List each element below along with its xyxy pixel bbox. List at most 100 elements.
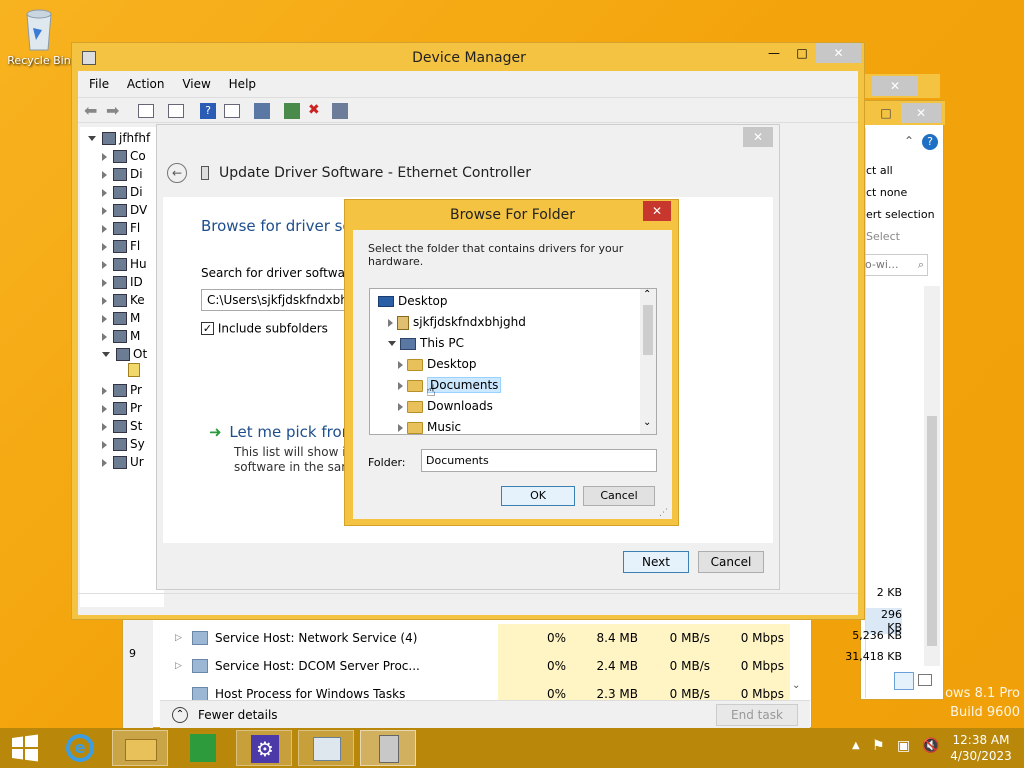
- device-category[interactable]: Fl: [102, 219, 140, 237]
- menu-help[interactable]: Help: [229, 77, 256, 91]
- recycle-bin[interactable]: Recycle Bin: [6, 6, 72, 67]
- include-subfolders-checkbox[interactable]: ✓ Include subfolders: [201, 321, 328, 336]
- scan-hardware-icon[interactable]: [254, 103, 270, 119]
- device-category[interactable]: Pr: [102, 381, 142, 399]
- action-center-flag-icon[interactable]: ⚑: [872, 738, 885, 754]
- ribbon-invert-selection[interactable]: ert selection: [866, 208, 935, 221]
- expand-icon[interactable]: [102, 386, 107, 395]
- scroll-down-icon[interactable]: ⌄: [792, 680, 800, 691]
- folder-tree-item[interactable]: Documents: [398, 375, 502, 395]
- scroll-up-icon[interactable]: ⌃: [643, 289, 651, 300]
- maximize-button[interactable]: □: [788, 43, 816, 63]
- expand-icon[interactable]: [102, 242, 107, 251]
- ribbon-select-none[interactable]: ct none: [866, 186, 907, 199]
- expand-icon[interactable]: [102, 440, 107, 449]
- expand-icon[interactable]: [102, 206, 107, 215]
- scroll-down-icon[interactable]: ⌄: [643, 417, 651, 428]
- device-category[interactable]: M: [102, 309, 140, 327]
- collapse-icon[interactable]: [102, 352, 110, 357]
- folder-tree-item[interactable]: sjkfjdskfndxbhjghd: [388, 312, 526, 332]
- expand-icon[interactable]: [102, 152, 107, 161]
- network-icon[interactable]: ▣: [897, 738, 910, 754]
- expand-icon[interactable]: [398, 360, 403, 369]
- device-category[interactable]: Di: [102, 183, 143, 201]
- ok-button[interactable]: OK: [501, 486, 575, 506]
- help-icon[interactable]: ?: [922, 134, 938, 150]
- expand-icon[interactable]: [102, 422, 107, 431]
- unknown-device-item[interactable]: [128, 363, 140, 381]
- ribbon-collapse-icon[interactable]: ⌃: [904, 134, 914, 148]
- settings-gear-icon[interactable]: ⚙: [236, 730, 292, 766]
- expand-icon[interactable]: [102, 314, 107, 323]
- process-row[interactable]: ▷ Service Host: Network Service (4) 0% 8…: [160, 624, 800, 652]
- enable-device-icon[interactable]: [332, 103, 348, 119]
- help-icon[interactable]: ?: [200, 103, 216, 119]
- collapse-icon[interactable]: [388, 341, 396, 346]
- menu-action[interactable]: Action: [127, 77, 165, 91]
- device-category[interactable]: Pr: [102, 399, 142, 417]
- close-button[interactable]: ✕: [643, 201, 671, 221]
- device-category[interactable]: Ur: [102, 453, 144, 471]
- folder-tree-item[interactable]: Desktop: [398, 354, 477, 374]
- volume-muted-icon[interactable]: 🔇: [922, 738, 939, 754]
- end-task-button[interactable]: End task: [716, 704, 798, 726]
- device-category[interactable]: Fl: [102, 237, 140, 255]
- expand-icon[interactable]: ▷: [175, 624, 182, 652]
- collapse-icon[interactable]: [88, 136, 96, 141]
- tree-scrollbar[interactable]: ⌃ ⌄: [640, 289, 656, 434]
- close-button[interactable]: ✕: [901, 103, 941, 123]
- expand-icon[interactable]: [388, 318, 393, 327]
- expand-icon[interactable]: [102, 458, 107, 467]
- expand-icon[interactable]: [102, 260, 107, 269]
- next-button[interactable]: Next: [623, 551, 689, 573]
- device-category[interactable]: DV: [102, 201, 147, 219]
- folder-tree-item[interactable]: Desktop: [378, 291, 448, 311]
- tiles-view-icon[interactable]: [918, 674, 932, 686]
- properties-icon[interactable]: [138, 104, 154, 118]
- expand-icon[interactable]: [398, 402, 403, 411]
- folder-tree-item[interactable]: Downloads: [398, 396, 493, 416]
- close-button[interactable]: ✕: [743, 127, 773, 147]
- process-row[interactable]: Host Process for Windows Tasks 0% 2.3 MB…: [160, 680, 800, 700]
- expand-icon[interactable]: [102, 404, 107, 413]
- file-explorer-icon[interactable]: [112, 730, 168, 766]
- cancel-button[interactable]: Cancel: [583, 486, 655, 506]
- tree-root[interactable]: jfhfhf: [88, 129, 150, 147]
- uninstall-icon[interactable]: ✖: [308, 102, 320, 118]
- scrollbar[interactable]: [924, 286, 940, 666]
- expand-icon[interactable]: [398, 381, 403, 390]
- scroll-thumb[interactable]: [643, 305, 653, 355]
- device-category[interactable]: Hu: [102, 255, 147, 273]
- device-manager-icon[interactable]: [360, 730, 416, 766]
- device-category[interactable]: ID: [102, 273, 143, 291]
- expand-icon[interactable]: [398, 423, 403, 432]
- expand-icon[interactable]: ▷: [175, 652, 182, 680]
- forward-arrow-icon[interactable]: ➡: [106, 101, 119, 120]
- show-hidden-icons[interactable]: ▲: [852, 740, 860, 751]
- device-category[interactable]: Ot: [102, 345, 147, 363]
- back-arrow-icon[interactable]: ⬅: [84, 101, 97, 120]
- clock[interactable]: 12:38 AM 4/30/2023: [946, 732, 1016, 764]
- expand-icon[interactable]: [102, 278, 107, 287]
- store-icon[interactable]: [174, 730, 230, 766]
- collapse-icon[interactable]: ⌃: [172, 707, 188, 723]
- device-category[interactable]: Ke: [102, 291, 145, 309]
- folder-input[interactable]: Documents: [421, 449, 657, 472]
- device-category[interactable]: Di: [102, 165, 143, 183]
- back-button[interactable]: ←: [167, 163, 187, 183]
- view-icon[interactable]: [224, 104, 240, 118]
- path-input[interactable]: C:\Users\sjkfjdskfndxbhjgh: [201, 289, 351, 311]
- search-input[interactable]: o-wi... ⌕: [862, 254, 928, 276]
- list-icon[interactable]: [168, 104, 184, 118]
- expand-icon[interactable]: [102, 188, 107, 197]
- task-manager-icon[interactable]: [298, 730, 354, 766]
- device-category[interactable]: Sy: [102, 435, 145, 453]
- fewer-details-link[interactable]: Fewer details: [198, 708, 278, 722]
- device-category[interactable]: St: [102, 417, 142, 435]
- expand-icon[interactable]: [102, 224, 107, 233]
- resize-grip-icon[interactable]: ⋰: [659, 508, 668, 518]
- menu-file[interactable]: File: [89, 77, 109, 91]
- device-category[interactable]: Co: [102, 147, 146, 165]
- expand-icon[interactable]: [102, 170, 107, 179]
- update-driver-icon[interactable]: [284, 103, 300, 119]
